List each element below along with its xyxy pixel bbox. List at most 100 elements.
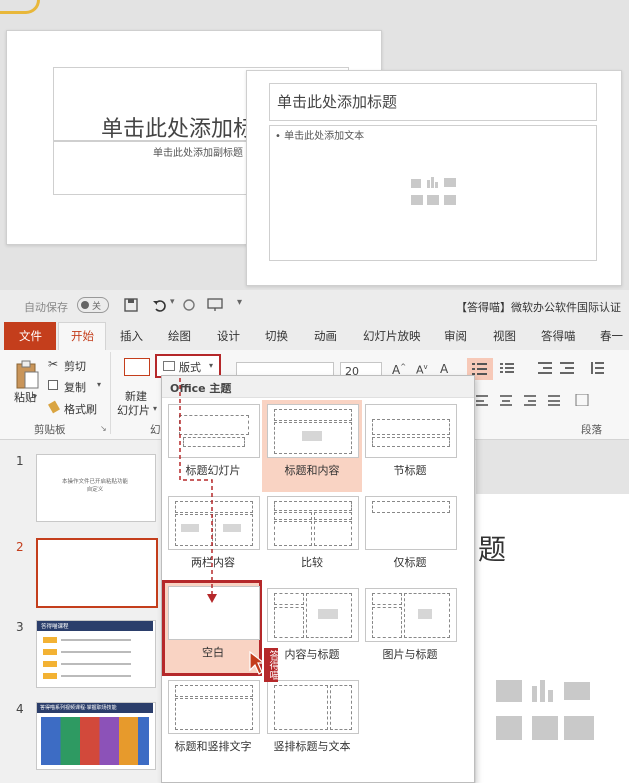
content-insert-icons [409,175,461,211]
layout-label: 仅标题 [393,556,427,569]
slide-thumbnail-pane: 1 本操作文件已开启粘贴功能 自定义 2 3 答得喵课程 4 答得喵系列视频课程… [0,440,160,783]
slide-thumbnail-3[interactable]: 答得喵课程 [36,620,156,688]
layout-thumb [365,588,457,642]
clear-format-icon[interactable]: A [440,362,448,376]
title-placeholder-text: 单击此处添加标 [101,117,256,142]
undo-dropdown-icon[interactable]: ▾ [170,297,175,307]
body-placeholder-text: • 单击此处添加文本 [275,131,365,142]
paste-icon[interactable] [12,358,42,392]
slide-thumbnail-2[interactable] [36,538,158,608]
clipboard-group-label: 剪贴板 [34,424,66,436]
slide-thumbnail-1[interactable]: 本操作文件已开启粘贴功能 自定义 [36,454,156,522]
thumb1-text: 本操作文件已开启粘贴功能 [61,479,128,485]
content-icon [223,524,241,532]
thumb3-line [61,651,131,653]
tab-file-label: 文件 [19,329,42,343]
toggle-knob [81,301,89,309]
copy-icon [48,380,58,390]
group-divider [110,352,111,434]
placeholder-outline [274,521,312,546]
content-icon [318,609,338,619]
slide-title-fragment: 题 [478,533,507,566]
tab-insert[interactable]: 插入 [120,328,143,344]
layout-thumb [267,404,359,458]
tab-chunyi[interactable]: 春一 [600,328,623,344]
placeholder-outline [274,512,312,520]
editing-canvas: 题 [476,440,629,783]
autosave-toggle[interactable]: 关 [77,297,109,313]
scissors-icon: ✂ [48,357,59,371]
placeholder-outline [314,521,352,546]
slide-number: 1 [16,454,24,468]
tab-home[interactable]: 开始 [58,322,106,350]
layout-label: 竖排标题与文本 [273,740,351,753]
alignment-icons[interactable] [476,393,606,407]
layout-thumb [267,496,359,550]
placeholder-outline [372,501,450,513]
autosave-state: 关 [92,302,102,312]
tab-slideshow[interactable]: 幻灯片放映 [363,328,421,344]
customize-qat-icon[interactable]: ▾ [237,297,242,308]
thumb4-header-text: 答得喵系列视频课程·掌握职场技能 [40,705,117,711]
placeholder-outline [274,607,304,638]
tab-animations[interactable]: 动画 [314,328,337,344]
subtitle-placeholder-text: 单击此处添加副标题 [153,148,243,159]
quick-access-toolbar: 自动保存 关 ▾ ▾ 【答得喵】微软办公软件国际认证 [0,290,629,322]
ribbon-tabs: 文件 开始 插入 绘图 设计 切换 动画 幻灯片放映 审阅 视图 答得喵 春一 [0,322,629,350]
tab-view[interactable]: 视图 [493,328,516,344]
layout-label: 比较 [301,556,323,569]
picture-icon [418,609,432,619]
thumb3-chip [43,661,57,667]
thumb3-chip [43,649,57,655]
placeholder-outline [330,685,352,730]
line-spacing-icon[interactable] [590,362,604,374]
paragraph-group-label: 段落 [581,424,602,436]
content-insert-icons [492,676,602,746]
copy-button[interactable]: 复制 [64,379,86,395]
thumb3-chip [43,673,57,679]
redo-icon[interactable] [180,296,198,314]
slide-preview-content: 单击此处添加标题 • 单击此处添加文本 [246,70,622,286]
placeholder-outline [274,501,352,511]
format-painter-button[interactable]: 格式刷 [64,401,97,417]
layout-label: 标题和竖排文字 [174,740,252,753]
tab-draw[interactable]: 绘图 [168,328,191,344]
content-icon [302,431,322,441]
tab-review[interactable]: 审阅 [444,328,467,344]
save-icon[interactable] [122,296,140,314]
layout-dropdown-icon: ▾ [209,361,214,370]
placeholder-outline [314,512,352,520]
tab-design[interactable]: 设计 [217,328,240,344]
decrease-indent-icon[interactable] [538,362,552,374]
new-slide-icon [124,358,150,376]
thumb3-header-text: 答得喵课程 [41,624,69,630]
placeholder-outline [372,593,402,605]
placeholder-outline [372,607,402,638]
layout-thumb [168,680,260,734]
increase-indent-icon[interactable] [560,362,574,374]
tab-transitions[interactable]: 切换 [265,328,288,344]
tab-file[interactable]: 文件 [4,322,56,350]
layout-thumb [267,588,359,642]
layout-thumb [365,496,457,550]
copy-dropdown-icon[interactable]: ▾ [97,380,101,389]
watermark-stamp: 答得喵 [264,648,278,682]
clipboard-launcher-icon[interactable]: ↘ [100,424,107,433]
format-painter-icon [48,400,60,414]
numbering-icon[interactable] [500,362,514,374]
new-slide-button-line2[interactable]: 幻灯片 [117,402,150,418]
tab-dademiao[interactable]: 答得喵 [541,328,576,344]
guide-arrow [179,378,217,603]
paste-dropdown-icon[interactable]: ▾ [33,392,37,401]
undo-icon[interactable] [150,296,168,314]
start-slideshow-icon[interactable] [205,296,225,314]
layout-label: 节标题 [393,464,427,477]
placeholder-outline [175,685,253,697]
placeholder-outline [274,409,352,421]
cut-button[interactable]: 剪切 [64,358,86,374]
slide-thumbnail-4[interactable]: 答得喵系列视频课程·掌握职场技能 [36,702,156,770]
layout-label: 图片与标题 [382,648,438,661]
title-placeholder-text: 单击此处添加标题 [277,93,398,111]
placeholder-outline [274,685,328,730]
autosave-label: 自动保存 [24,301,68,314]
